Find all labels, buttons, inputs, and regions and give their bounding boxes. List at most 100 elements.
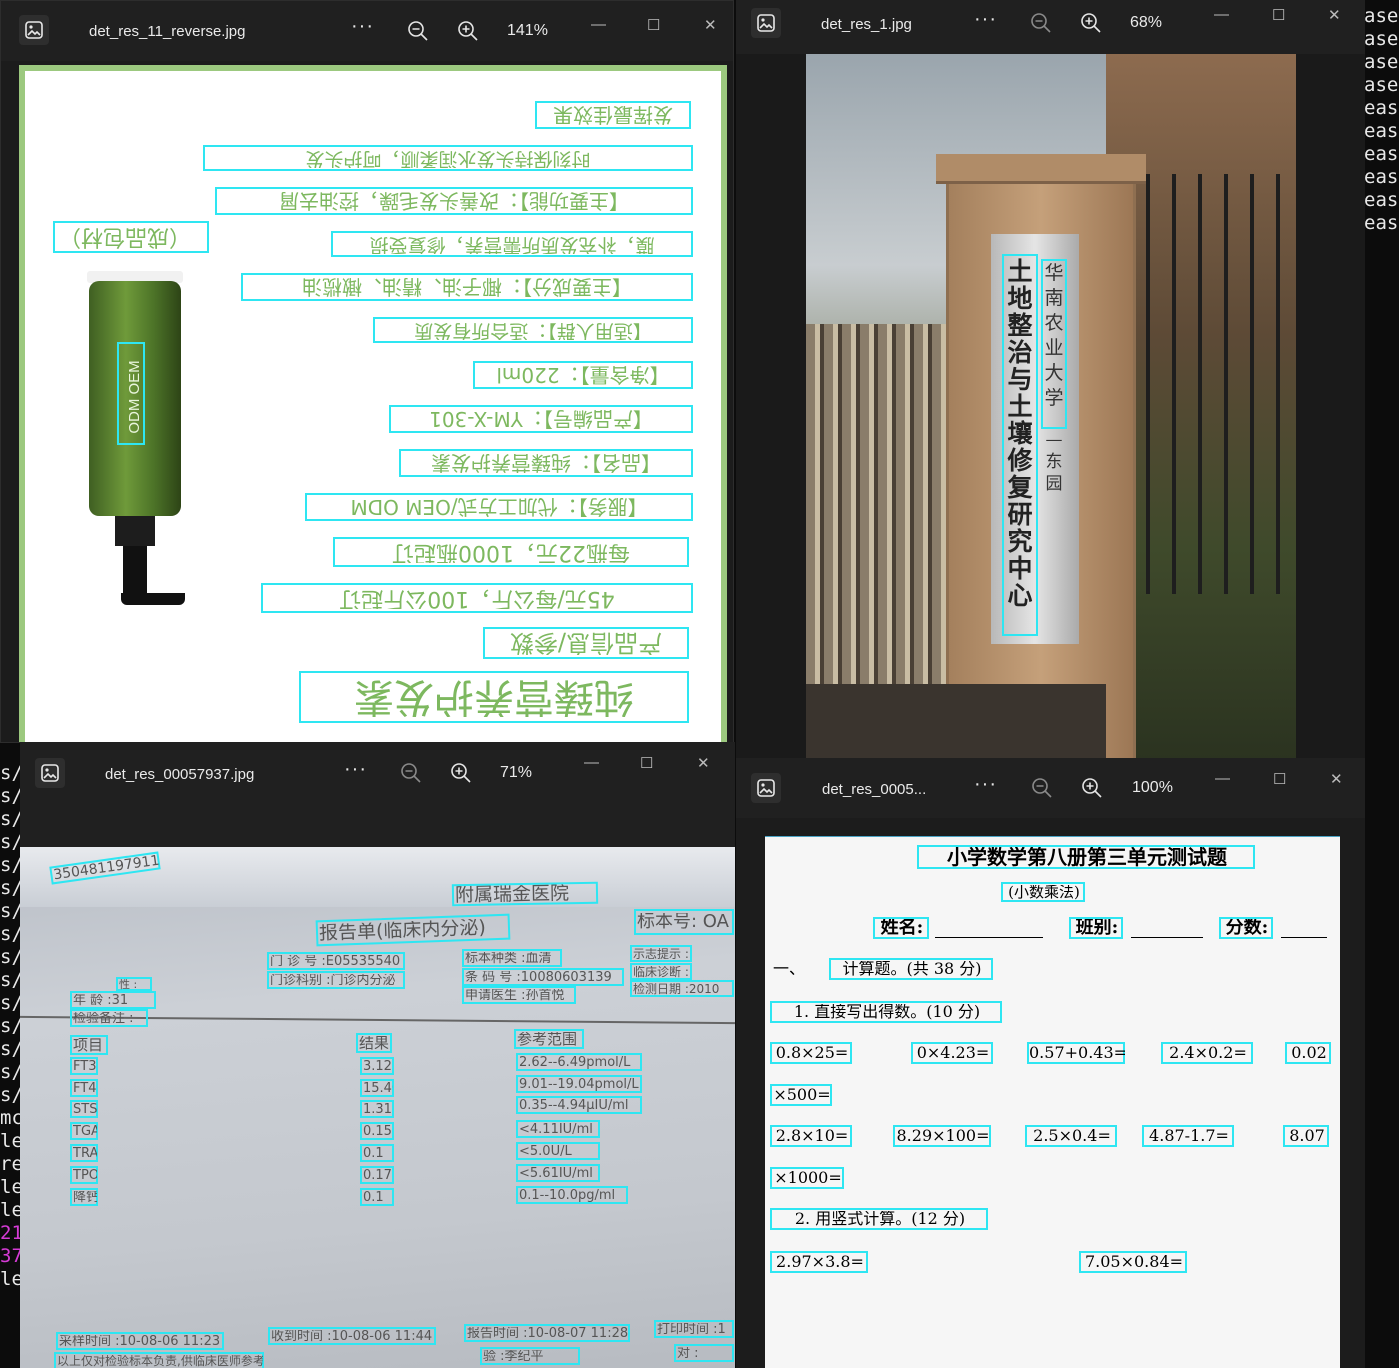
zoom-in-icon[interactable] <box>1080 12 1102 38</box>
problem: 8.07 <box>1289 1128 1325 1144</box>
gate-char: 华 <box>1044 262 1064 284</box>
sample-number: 标本号: OA <box>637 913 729 931</box>
close-button[interactable]: ✕ <box>697 754 710 772</box>
product-line-text: 每瓶22元，1000瓶起订 <box>392 541 630 563</box>
terminal-line: s/ <box>0 1038 22 1060</box>
gate-char: 业 <box>1044 337 1064 359</box>
gate-side-text-2: — 东园 <box>1042 429 1066 495</box>
diagnosis: 临床诊断 : <box>633 965 689 978</box>
product-line-text: 45元/每公斤，100公斤起订 <box>339 587 615 609</box>
clinic-number: 门 诊 号 :E05535540 <box>270 954 401 968</box>
row-range: 9.01--19.04pmol/L <box>519 1077 639 1091</box>
close-button[interactable]: ✕ <box>1328 6 1341 24</box>
more-options-button[interactable]: ··· <box>351 15 374 38</box>
gate-char: 整 <box>1007 311 1033 340</box>
terminal-line: le <box>0 1176 22 1198</box>
product-line-text: 【产品编号】：YM-X-301 <box>429 409 653 429</box>
terminal-line: ase <box>1364 5 1399 27</box>
terminal-line: ase <box>1364 74 1399 96</box>
row-item: TRAb <box>73 1146 97 1160</box>
problem-continued: ×500= <box>773 1087 831 1103</box>
medical-image: 350481197911050 附属瑞金医院 报告单(临床内分泌) 标本号: OA 门 … <box>20 847 735 1368</box>
zoom-level: 71% <box>500 764 533 781</box>
terminal-line: s/ <box>0 877 22 899</box>
terminal-line: s/ <box>0 1061 22 1083</box>
sex: 性 : <box>119 978 138 990</box>
terminal-line: re <box>0 1153 22 1175</box>
close-button[interactable]: ✕ <box>1330 770 1343 788</box>
zoom-out-icon[interactable] <box>407 20 429 46</box>
product-line-text: 【品名】：纯臻营养护发素 <box>431 453 661 473</box>
title-bar[interactable]: det_res_00057937.jpg ··· 71% — ☐ ✕ <box>20 742 735 802</box>
minimize-button[interactable]: — <box>1215 770 1230 787</box>
terminal-line: s/ <box>0 946 22 968</box>
more-options-button[interactable]: ··· <box>974 773 997 796</box>
title-bar[interactable]: det_res_1.jpg ··· 68% — ☐ ✕ <box>736 0 1365 54</box>
gate-char: 园 <box>1045 474 1063 494</box>
product-line-text: 【净含量】：220ml <box>496 365 670 385</box>
photo-viewer-window-medical[interactable]: det_res_00057937.jpg ··· 71% — ☐ ✕ 35048… <box>20 742 735 1368</box>
score-label: 分数: <box>1225 919 1269 937</box>
photo-viewer-window-product[interactable]: det_res_11_reverse.jpg ··· 141% — ☐ ✕ OD <box>0 0 734 743</box>
more-options-button[interactable]: ··· <box>344 758 367 781</box>
title-bar[interactable]: det_res_0005... ··· 100% — ☐ ✕ <box>736 758 1365 818</box>
minimize-button[interactable]: — <box>591 16 606 33</box>
problem-continued: ×1000= <box>774 1170 842 1186</box>
terminal-line: ase <box>1364 28 1399 50</box>
row-result: 0.17 <box>363 1168 392 1182</box>
minimize-button[interactable]: — <box>1214 6 1229 23</box>
footer-note: 以上仅对检验标本负责,供临床医师参考 <box>57 1355 263 1367</box>
gate-char: 复 <box>1007 473 1033 502</box>
zoom-in-icon[interactable] <box>457 20 479 46</box>
terminal-line: eas <box>1364 166 1399 188</box>
row-range: 0.1--10.0pg/ml <box>519 1188 616 1202</box>
window-filename: det_res_0005... <box>822 781 927 798</box>
zoom-level: 141% <box>507 22 548 39</box>
hint: 示志提示 : <box>633 947 689 960</box>
product-line-text: 产品信息/参数 <box>509 631 663 655</box>
window-filename: det_res_00057937.jpg <box>105 766 255 783</box>
terminal-line: s/ <box>0 831 22 853</box>
question-1: 1. 直接写出得数。(10 分) <box>793 1004 981 1020</box>
maximize-button[interactable]: ☐ <box>1272 6 1285 24</box>
close-button[interactable]: ✕ <box>704 16 717 34</box>
print-time: 打印时间 :1 <box>657 1322 726 1336</box>
zoom-in-icon[interactable] <box>450 762 472 788</box>
terminal-line: le <box>0 1199 22 1221</box>
title-bar[interactable]: det_res_11_reverse.jpg ··· 141% — ☐ ✕ <box>1 1 733 61</box>
row-item: 降钙素 <box>73 1190 97 1204</box>
doctor: 申请医生 :孙首悦 <box>465 988 565 1002</box>
zoom-out-icon[interactable] <box>1030 12 1052 38</box>
gate-char: — <box>1045 430 1063 450</box>
name-line <box>935 937 1043 938</box>
tag-text: （成品包材） <box>59 224 192 249</box>
gate-char: 与 <box>1007 365 1033 394</box>
zoom-in-icon[interactable] <box>1081 777 1103 803</box>
maximize-button[interactable]: ☐ <box>1273 770 1286 788</box>
hospital-name: 附属瑞金医院 <box>454 883 570 905</box>
maximize-button[interactable]: ☐ <box>640 754 653 772</box>
product-line-text: 膜，补充发质所需营养，修复受损 <box>369 234 655 254</box>
minimize-button[interactable]: — <box>584 754 599 771</box>
row-range: 2.62--6.49pmol/L <box>519 1055 631 1069</box>
terminal-line: eas <box>1364 189 1399 211</box>
zoom-out-icon[interactable] <box>400 762 422 788</box>
maximize-button[interactable]: ☐ <box>647 16 660 34</box>
terminal-line: s/ <box>0 900 22 922</box>
gate-char: 研 <box>1007 500 1033 529</box>
gate-char: 南 <box>1044 287 1064 309</box>
barcode: 条 码 号 :10080603139 <box>465 970 612 984</box>
photo-viewer-window-gate[interactable]: det_res_1.jpg ··· 68% — ☐ ✕ 土地整治与土壤修复研究中… <box>736 0 1365 758</box>
zoom-out-icon[interactable] <box>1031 777 1053 803</box>
terminal-line: eas <box>1364 143 1399 165</box>
product-line-text: 时刻保持头发水润柔顺，呵护头发 <box>305 148 591 168</box>
row-result: 3.12 <box>363 1059 392 1073</box>
terminal-line: le <box>0 1130 22 1152</box>
terminal-left: s/s/s/s/s/s/s/s/s/s/s/s/s/s/s/mc le re le le… <box>0 762 22 1368</box>
more-options-button[interactable]: ··· <box>974 8 997 31</box>
photo-viewer-window-math[interactable]: det_res_0005... ··· 100% — ☐ ✕ 小学数学第八册第三… <box>736 758 1365 1368</box>
terminal-line: 37 <box>0 1245 22 1267</box>
terminal-line: s/ <box>0 854 22 876</box>
section-number: 一、 <box>773 959 806 978</box>
problem: 2.4×0.2= <box>1169 1045 1247 1061</box>
